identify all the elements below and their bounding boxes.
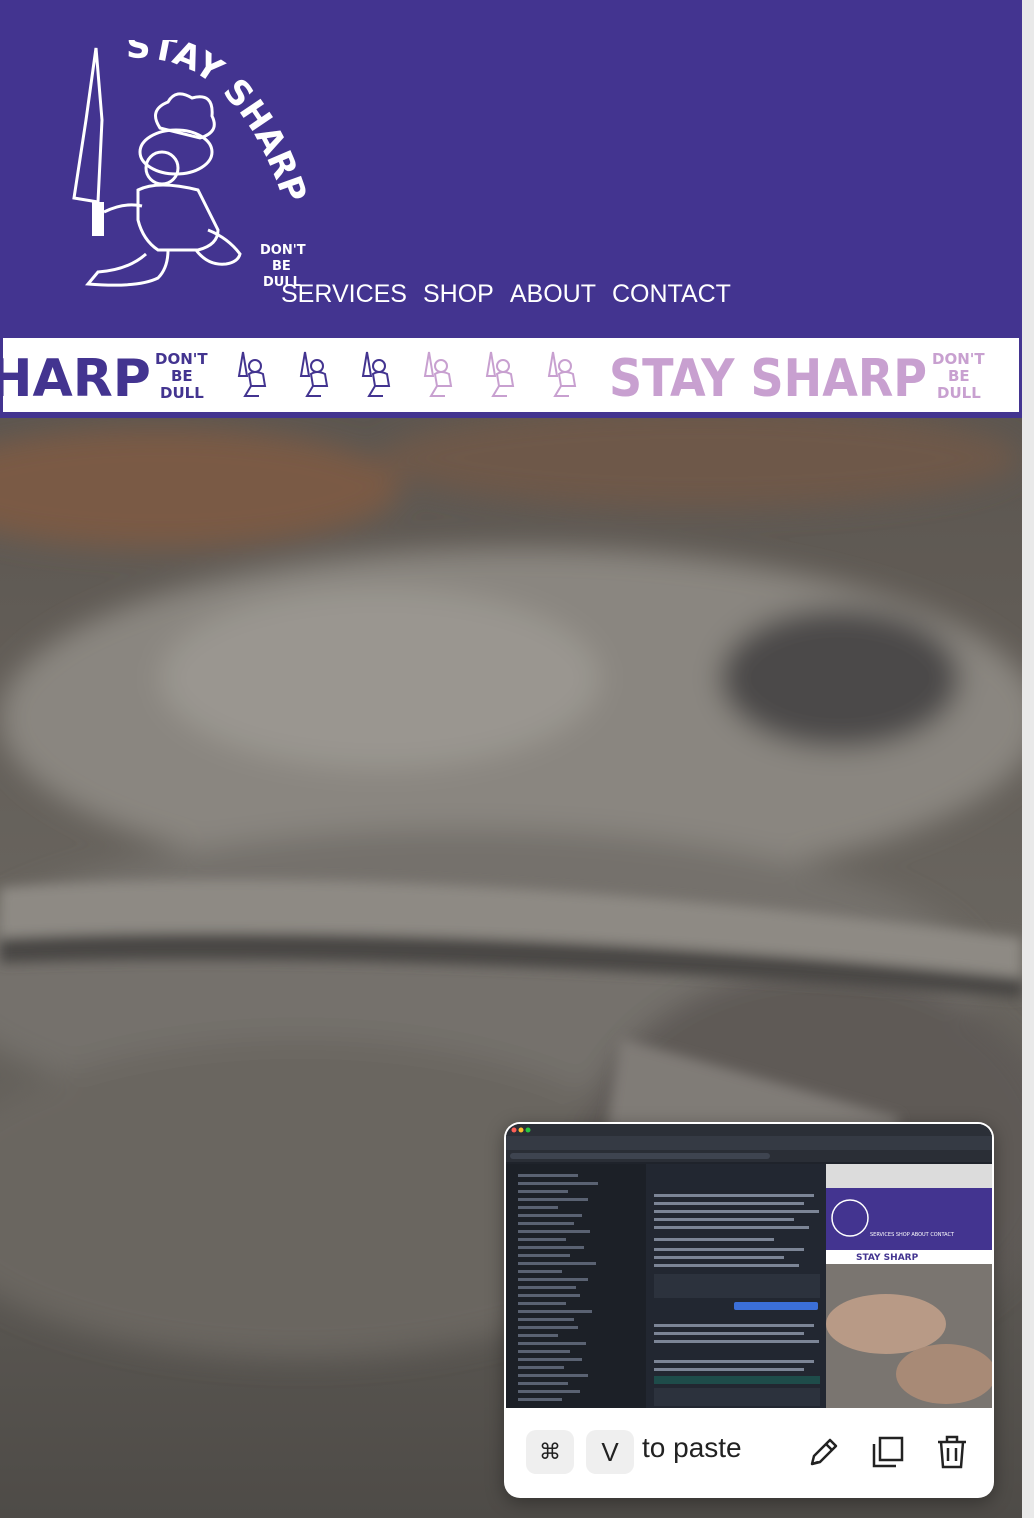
marquee-tagline-3: DULL [160, 384, 204, 402]
marquee-tagline-right-3: DULL [937, 384, 981, 402]
nav-about[interactable]: ABOUT [510, 280, 596, 309]
nav-contact[interactable]: CONTACT [612, 280, 731, 309]
thumbnail-site-brand: STAY SHARP [856, 1253, 919, 1263]
chef-icon [485, 351, 515, 397]
chef-icon [237, 351, 267, 397]
nav-services[interactable]: SERVICES [281, 280, 407, 309]
logo-tagline-2: BE [272, 259, 291, 274]
edit-icon[interactable] [804, 1432, 844, 1472]
marquee-tagline-2: BE [171, 367, 193, 385]
marquee-graphic: HARP DON'T BE DULL STAY SHARP DON'T BE D… [3, 349, 985, 409]
site-header: STAY SHARP DON'T BE DULL SERVICES SHOP A… [0, 0, 1022, 338]
chef-icon [423, 351, 453, 397]
clipboard-preview-popup[interactable]: SERVICES SHOP ABOUT CONTACT STAY SHARP ⌘… [504, 1122, 994, 1498]
chef-icon [547, 351, 577, 397]
thumbnail-site-nav: SERVICES SHOP ABOUT CONTACT [870, 1232, 955, 1238]
logo-tagline-1: DON'T [260, 243, 306, 258]
main-nav: SERVICES SHOP ABOUT CONTACT [281, 280, 731, 309]
marquee-tagline-right-1: DON'T [932, 350, 985, 368]
marquee-tagline-1: DON'T [155, 350, 208, 368]
marquee-brand-right: STAY SHARP [609, 349, 927, 409]
trash-icon[interactable] [932, 1432, 972, 1472]
clipboard-action-bar: ⌘ V to paste [504, 1418, 994, 1498]
paste-hint-text: to paste [642, 1432, 742, 1463]
clipboard-screenshot-thumbnail[interactable]: SERVICES SHOP ABOUT CONTACT STAY SHARP [506, 1124, 992, 1408]
v-key: V [586, 1430, 634, 1474]
marquee-strip: HARP DON'T BE DULL STAY SHARP DON'T BE D… [3, 338, 1019, 412]
chef-icon [361, 351, 391, 397]
marquee-band: HARP DON'T BE DULL STAY SHARP DON'T BE D… [0, 338, 1022, 418]
scrollbar-track[interactable] [1022, 0, 1034, 1518]
chef-icon-row [237, 351, 577, 397]
chef-icon [299, 351, 329, 397]
marquee-brand-left: HARP [3, 349, 151, 409]
marquee-tagline-right-2: BE [948, 367, 970, 385]
nav-shop[interactable]: SHOP [423, 280, 494, 309]
stay-sharp-logo[interactable]: STAY SHARP DON'T BE DULL [68, 40, 318, 290]
thumbnail-graphic: SERVICES SHOP ABOUT CONTACT STAY SHARP [506, 1124, 992, 1408]
command-key: ⌘ [526, 1430, 574, 1474]
copy-icon[interactable] [868, 1432, 908, 1472]
